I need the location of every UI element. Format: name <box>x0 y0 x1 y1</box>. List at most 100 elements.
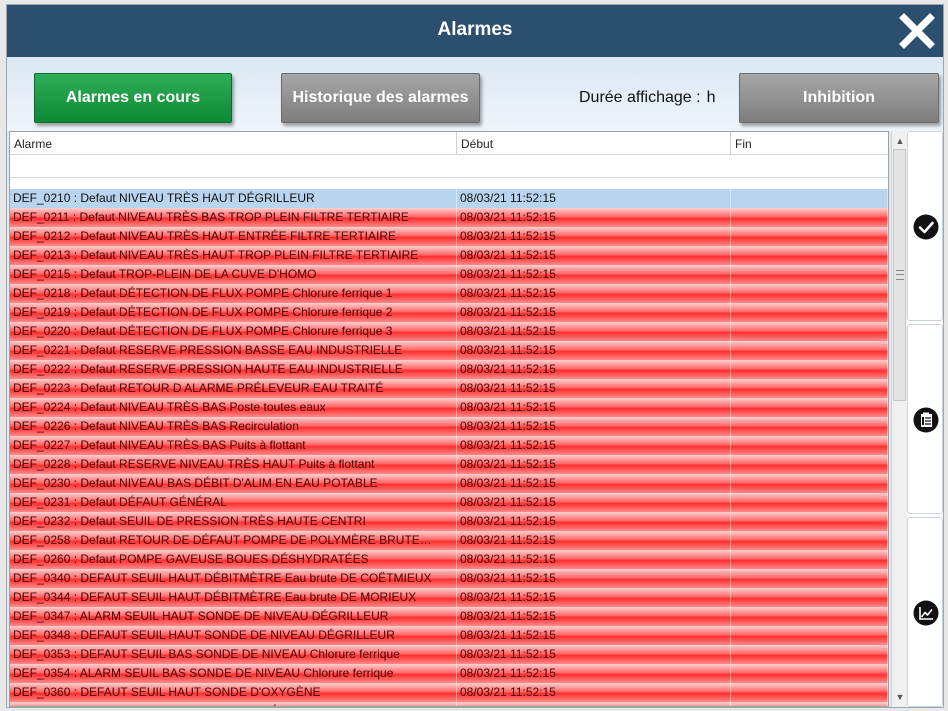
alarm-cell: DEF_0215 : Defaut TROP-PLEIN DE LA CUVE … <box>10 265 457 284</box>
end-cell <box>731 436 888 455</box>
end-cell <box>731 569 888 588</box>
table-row[interactable]: DEF_0361 : DEFAUT SEUIL BAS SONDE DE RÉD… <box>10 702 888 706</box>
end-cell <box>731 265 888 284</box>
start-cell: 08/03/21 11:52:15 <box>457 322 731 341</box>
start-cell: 08/03/21 11:52:15 <box>457 664 731 683</box>
scroll-thumb[interactable] <box>893 149 906 401</box>
alarm-cell: DEF_0218 : Defaut DÉTECTION DE FLUX POMP… <box>10 284 457 303</box>
end-cell <box>731 531 888 550</box>
table-row[interactable]: DEF_0219 : Defaut DÉTECTION DE FLUX POMP… <box>10 303 888 322</box>
end-cell <box>731 208 888 227</box>
alarm-cell: DEF_0340 : DEFAUT SEUIL HAUT DÉBITMÈTRE … <box>10 569 457 588</box>
table-row[interactable]: DEF_0224 : Defaut NIVEAU TRÈS BAS Poste … <box>10 398 888 417</box>
alarm-history-button[interactable]: Historique des alarmes <box>281 73 480 123</box>
table-row[interactable]: DEF_0227 : Defaut NIVEAU TRÈS BAS Puits … <box>10 436 888 455</box>
table-row[interactable]: DEF_0231 : Defaut DÉFAUT GÉNÉRAL 08/03/21… <box>10 493 888 512</box>
trend-button[interactable] <box>907 517 943 707</box>
start-cell: 08/03/21 11:52:15 <box>457 474 731 493</box>
table-row[interactable]: DEF_0232 : Defaut SEUIL DE PRESSION TRÈS… <box>10 512 888 531</box>
start-cell: 08/03/21 11:52:15 <box>457 550 731 569</box>
report-button[interactable] <box>907 324 943 514</box>
column-header-end[interactable]: Fin <box>731 132 888 154</box>
end-cell <box>731 341 888 360</box>
filter-row[interactable] <box>10 155 888 178</box>
alarm-cell: DEF_0220 : Defaut DÉTECTION DE FLUX POMP… <box>10 322 457 341</box>
end-cell <box>731 284 888 303</box>
start-cell: 08/03/21 11:52:15 <box>457 626 731 645</box>
start-cell: 08/03/21 11:52:15 <box>457 360 731 379</box>
table-row[interactable]: DEF_0222 : Defaut RESERVE PRESSION HAUTE… <box>10 360 888 379</box>
scroll-down-icon[interactable]: ▼ <box>892 689 908 705</box>
alarm-cell: DEF_0212 : Defaut NIVEAU TRÈS HAUT ENTRÉ… <box>10 227 457 246</box>
inhibition-button[interactable]: Inhibition <box>739 73 939 123</box>
close-icon[interactable] <box>899 13 935 49</box>
end-cell <box>731 398 888 417</box>
table-row[interactable]: DEF_0215 : Defaut TROP-PLEIN DE LA CUVE … <box>10 265 888 284</box>
table-row[interactable]: DEF_0348 : DEFAUT SEUIL HAUT SONDE DE NI… <box>10 626 888 645</box>
alarm-cell: DEF_0227 : Defaut NIVEAU TRÈS BAS Puits … <box>10 436 457 455</box>
display-duration-unit[interactable]: h <box>707 89 716 106</box>
start-cell: 08/03/21 11:52:15 <box>457 702 731 706</box>
table-row[interactable]: DEF_0211 : Defaut NIVEAU TRÈS BAS TROP P… <box>10 208 888 227</box>
end-cell <box>731 322 888 341</box>
alarm-cell: DEF_0219 : Defaut DÉTECTION DE FLUX POMP… <box>10 303 457 322</box>
start-cell: 08/03/21 11:52:15 <box>457 493 731 512</box>
display-duration: Durée affichage : h <box>579 89 715 107</box>
start-cell: 08/03/21 11:52:15 <box>457 303 731 322</box>
alarm-cell: DEF_0211 : Defaut NIVEAU TRÈS BAS TROP P… <box>10 208 457 227</box>
alarm-cell: DEF_0347 : ALARM SEUIL HAUT SONDE DE NIV… <box>10 607 457 626</box>
table-row[interactable]: DEF_0210 : Defaut NIVEAU TRÈS HAUT DÉGRI… <box>10 189 888 208</box>
alarm-cell: DEF_0226 : Defaut NIVEAU TRÈS BAS Recirc… <box>10 417 457 436</box>
end-cell <box>731 227 888 246</box>
end-cell <box>731 379 888 398</box>
end-cell <box>731 550 888 569</box>
end-cell <box>731 474 888 493</box>
table-row[interactable]: DEF_0347 : ALARM SEUIL HAUT SONDE DE NIV… <box>10 607 888 626</box>
acknowledge-button[interactable] <box>907 131 943 321</box>
alarms-window: Alarmes Alarmes en cours Historique des … <box>6 4 944 708</box>
table-row[interactable]: DEF_0226 : Defaut NIVEAU TRÈS BAS Recirc… <box>10 417 888 436</box>
table-row[interactable]: DEF_0221 : Defaut RESERVE PRESSION BASSE… <box>10 341 888 360</box>
vertical-scrollbar[interactable]: ▲ ▼ <box>891 131 907 707</box>
window-title: Alarmes <box>437 19 513 40</box>
end-cell <box>731 360 888 379</box>
alarm-cell: DEF_0221 : Defaut RESERVE PRESSION BASSE… <box>10 341 457 360</box>
alarm-cell: DEF_0223 : Defaut RETOUR D ALARME PRÉLEV… <box>10 379 457 398</box>
alarm-cell: DEF_0360 : DEFAUT SEUIL HAUT SONDE D'OXY… <box>10 683 457 702</box>
current-alarms-button[interactable]: Alarmes en cours <box>34 73 232 123</box>
scroll-up-icon[interactable]: ▲ <box>892 133 908 149</box>
end-cell <box>731 512 888 531</box>
alarm-cell: DEF_0231 : Defaut DÉFAUT GÉNÉRAL <box>10 493 457 512</box>
start-cell: 08/03/21 11:52:15 <box>457 246 731 265</box>
table-header: Alarme Début Fin <box>10 132 888 155</box>
column-header-alarm[interactable]: Alarme <box>10 132 457 154</box>
start-cell: 08/03/21 11:52:15 <box>457 208 731 227</box>
end-cell <box>731 702 888 706</box>
alarm-cell: DEF_0228 : Defaut RESERVE NIVEAU TRÈS HA… <box>10 455 457 474</box>
table-row[interactable]: DEF_0258 : Defaut RETOUR DE DÉFAUT POMPE… <box>10 531 888 550</box>
end-cell <box>731 493 888 512</box>
table-row[interactable]: DEF_0230 : Defaut NIVEAU BAS DÉBIT D'ALI… <box>10 474 888 493</box>
alarm-cell: DEF_0232 : Defaut SEUIL DE PRESSION TRÈS… <box>10 512 457 531</box>
alarm-cell: DEF_0348 : DEFAUT SEUIL HAUT SONDE DE NI… <box>10 626 457 645</box>
table-row[interactable]: DEF_0340 : DEFAUT SEUIL HAUT DÉBITMÈTRE … <box>10 569 888 588</box>
table-row[interactable]: DEF_0213 : Defaut NIVEAU TRÈS HAUT TROP … <box>10 246 888 265</box>
table-row[interactable]: DEF_0223 : Defaut RETOUR D ALARME PRÉLEV… <box>10 379 888 398</box>
table-row[interactable]: DEF_0360 : DEFAUT SEUIL HAUT SONDE D'OXY… <box>10 683 888 702</box>
table-row[interactable]: DEF_0218 : Defaut DÉTECTION DE FLUX POMP… <box>10 284 888 303</box>
alarm-cell: DEF_0260 : Defaut POMPE GAVEUSE BOUES DÉ… <box>10 550 457 569</box>
start-cell: 08/03/21 11:52:15 <box>457 455 731 474</box>
end-cell <box>731 189 888 208</box>
table-row[interactable]: DEF_0220 : Defaut DÉTECTION DE FLUX POMP… <box>10 322 888 341</box>
table-row[interactable]: DEF_0344 : DEFAUT SEUIL HAUT DÉBITMÈTRE … <box>10 588 888 607</box>
table-row[interactable]: DEF_0212 : Defaut NIVEAU TRÈS HAUT ENTRÉ… <box>10 227 888 246</box>
table-row[interactable]: DEF_0354 : ALARM SEUIL BAS SONDE DE NIVE… <box>10 664 888 683</box>
side-toolbar <box>907 131 943 707</box>
table-row[interactable]: DEF_0260 : Defaut POMPE GAVEUSE BOUES DÉ… <box>10 550 888 569</box>
start-cell: 08/03/21 11:52:15 <box>457 607 731 626</box>
table-row[interactable]: DEF_0353 : DEFAUT SEUIL BAS SONDE DE NIV… <box>10 645 888 664</box>
column-header-start[interactable]: Début <box>457 132 731 154</box>
start-cell: 08/03/21 11:52:15 <box>457 189 731 208</box>
table-row[interactable]: DEF_0228 : Defaut RESERVE NIVEAU TRÈS HA… <box>10 455 888 474</box>
alarm-cell: DEF_0210 : Defaut NIVEAU TRÈS HAUT DÉGRI… <box>10 189 457 208</box>
